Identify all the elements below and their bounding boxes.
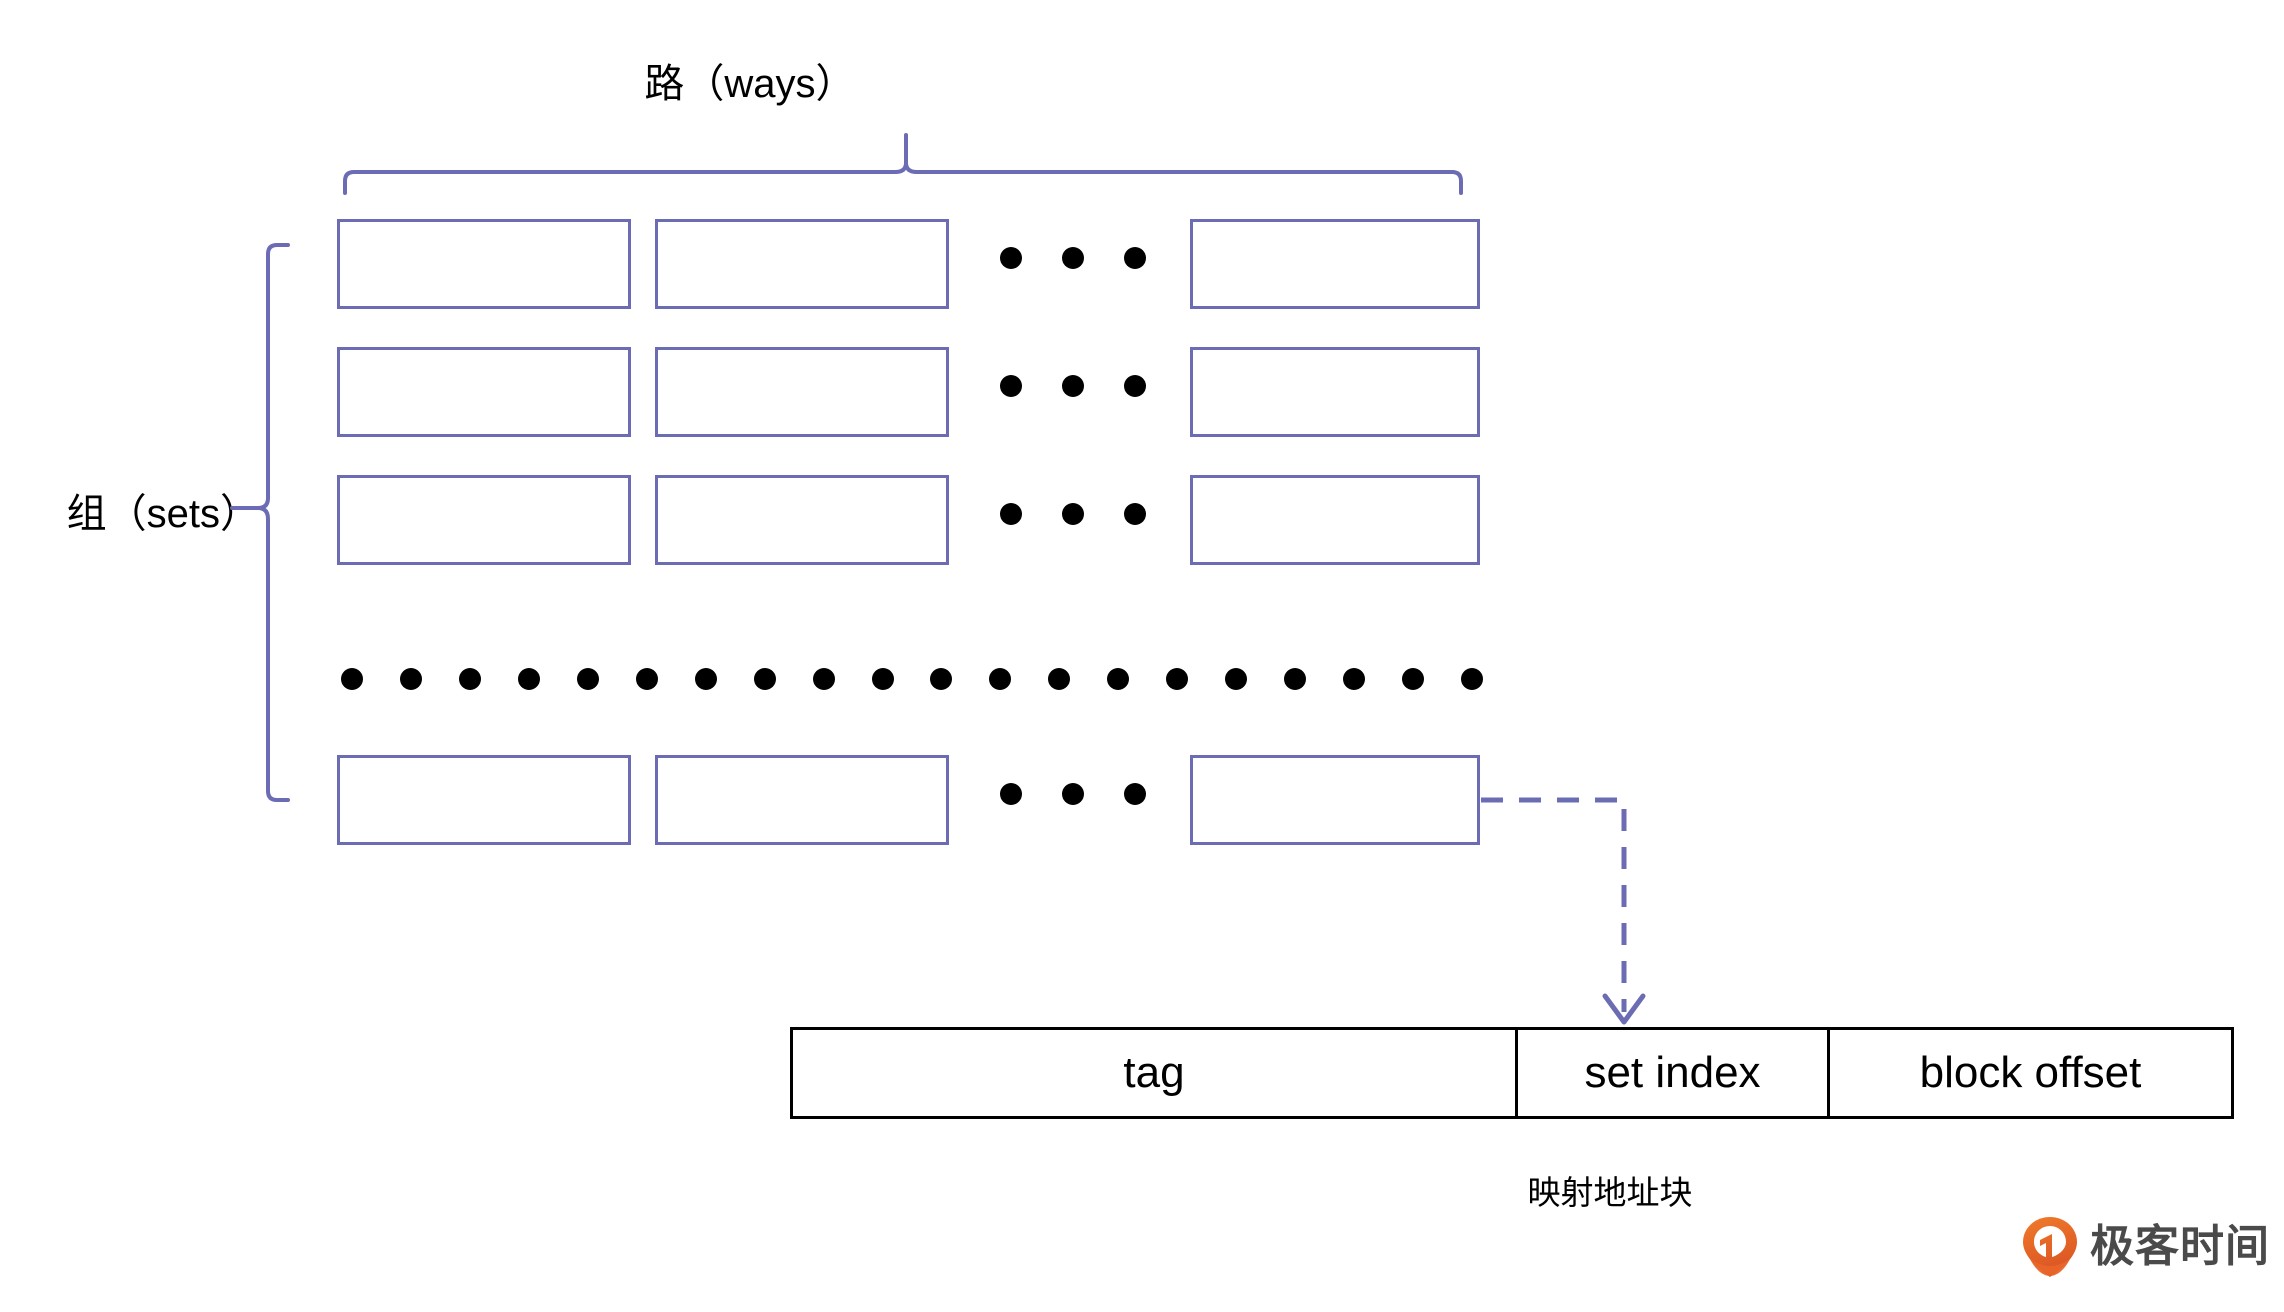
- sets-ellipsis-dot: [341, 668, 363, 690]
- cache-cell[interactable]: [655, 219, 949, 309]
- sets-ellipsis-dot: [695, 668, 717, 690]
- sets-ellipsis-dot: [1402, 668, 1424, 690]
- cache-cell[interactable]: [337, 347, 631, 437]
- sets-ellipsis-dot: [1225, 668, 1247, 690]
- sets-ellipsis-dot: [400, 668, 422, 690]
- cache-cell[interactable]: [655, 475, 949, 565]
- ways-ellipsis-dot: [1124, 375, 1146, 397]
- ways-ellipsis-dot: [1000, 783, 1022, 805]
- address-block-caption: 映射地址块: [1527, 1174, 1693, 1211]
- sets-ellipsis-dot: [636, 668, 658, 690]
- ways-ellipsis-dot: [1124, 503, 1146, 525]
- sets-ellipsis-dot: [1107, 668, 1129, 690]
- geektime-balloon-icon: [2022, 1216, 2078, 1278]
- cache-cell[interactable]: [1190, 347, 1480, 437]
- sets-ellipsis-dot: [754, 668, 776, 690]
- address-field-block-offset[interactable]: block offset: [1827, 1030, 2231, 1116]
- sets-ellipsis-dot: [518, 668, 540, 690]
- address-field-tag[interactable]: tag: [793, 1030, 1515, 1116]
- cache-cell[interactable]: [655, 347, 949, 437]
- cache-cell[interactable]: [1190, 219, 1480, 309]
- brand-logo: 极客时间: [2022, 1216, 2270, 1278]
- diagram-canvas: 路（ways） 组（sets） tag set index block offs…: [0, 0, 2284, 1312]
- sets-ellipsis-dot: [577, 668, 599, 690]
- ways-label: 路（ways）: [644, 62, 856, 106]
- cache-cell[interactable]: [1190, 475, 1480, 565]
- ways-ellipsis-dot: [1062, 375, 1084, 397]
- sets-label: 组（sets）: [66, 492, 260, 536]
- ways-ellipsis-dot: [1000, 247, 1022, 269]
- sets-ellipsis-dot: [1461, 668, 1483, 690]
- ways-ellipsis-dot: [1000, 503, 1022, 525]
- sets-ellipsis-dot: [1284, 668, 1306, 690]
- sets-ellipsis-dot: [1343, 668, 1365, 690]
- sets-ellipsis-dot: [872, 668, 894, 690]
- cache-cell[interactable]: [337, 219, 631, 309]
- cache-cell-mapped[interactable]: [1190, 755, 1480, 845]
- set-index-mapping-arrow: [1481, 797, 1646, 1025]
- address-field-set-index[interactable]: set index: [1515, 1030, 1827, 1116]
- ways-ellipsis-dot: [1062, 503, 1084, 525]
- ways-bracket-icon: [343, 133, 1463, 195]
- ways-ellipsis-dot: [1062, 783, 1084, 805]
- ways-ellipsis-dot: [1124, 783, 1146, 805]
- ways-ellipsis-dot: [1124, 247, 1146, 269]
- cache-cell[interactable]: [337, 475, 631, 565]
- ways-ellipsis-dot: [1062, 247, 1084, 269]
- ways-ellipsis-dot: [1000, 375, 1022, 397]
- sets-ellipsis-dot: [459, 668, 481, 690]
- sets-ellipsis-dot: [1166, 668, 1188, 690]
- address-block: tag set index block offset: [790, 1027, 2234, 1119]
- cache-cell[interactable]: [655, 755, 949, 845]
- brand-wordmark: 极客时间: [2090, 1222, 2270, 1271]
- sets-ellipsis-dot: [930, 668, 952, 690]
- sets-ellipsis-dot: [1048, 668, 1070, 690]
- sets-ellipsis-dot: [813, 668, 835, 690]
- cache-cell[interactable]: [337, 755, 631, 845]
- sets-ellipsis-dot: [989, 668, 1011, 690]
